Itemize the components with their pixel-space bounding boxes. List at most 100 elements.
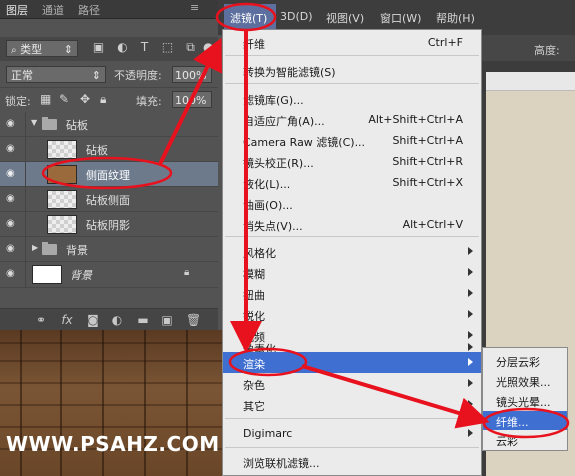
menu-item-label: 液化(L)... [243,178,291,191]
layer-name: 砧板阴影 [86,219,130,232]
layer-row[interactable]: ◉ 砧板侧面 [0,187,218,212]
menu-item-shortcut: Shift+Ctrl+R [392,155,463,168]
menu-item-filter-gallery[interactable]: 滤镜库(G)... [223,88,481,109]
render-submenu: 分层云彩 光照效果... 镜头光晕... 纤维... 云彩 [482,347,568,451]
fill-value: 100% [175,94,207,107]
tab-channels[interactable]: 通道 [42,2,64,18]
submenu-item-difference-clouds[interactable]: 分层云彩 [483,351,567,370]
layer-name: 背景 [66,244,88,257]
opacity-field[interactable]: 100% [172,66,212,83]
menu-item-lens-correction[interactable]: 镜头校正(R)... Shift+Ctrl+R [223,151,481,172]
tab-paths[interactable]: 路径 [78,2,100,18]
adjustment-filter-icon[interactable]: ◐ [116,41,129,54]
smart-object-filter-icon[interactable]: ⧉ [184,41,197,54]
mask-icon[interactable]: ◙ [86,313,100,327]
menu-item-render[interactable]: 渲染 [223,352,481,373]
blend-mode-dropdown[interactable]: 正常 ⇕ [6,66,106,83]
menu-separator [225,55,479,56]
height-label: 高度: [534,44,560,57]
menu-item-shortcut: Shift+Ctrl+A [392,134,463,147]
layer-row-background[interactable]: ◉ 背景 🔒︎ [0,262,218,288]
visibility-toggle[interactable]: ◉ [0,112,26,137]
adjustment-icon[interactable]: ◐ [110,313,124,327]
menu-item-pixelate[interactable]: 像素化 [223,331,481,356]
folder-icon[interactable]: ▬ [136,313,150,327]
menu-item-oil-paint[interactable]: 油画(O)... [223,193,481,214]
menu-item-last-filter[interactable]: 纤维 Ctrl+F [223,32,481,53]
visibility-toggle[interactable]: ◉ [0,137,26,162]
menu-item-blur[interactable]: 模糊 [223,262,481,283]
layer-row-group[interactable]: ◉ ▶ 背景 [0,237,218,262]
lock-brush-icon[interactable]: ✎ [59,92,69,106]
menu-item-adaptive-wide-angle[interactable]: 自适应广角(A)... Alt+Shift+Ctrl+A [223,109,481,130]
chevron-right-icon[interactable]: ▶ [32,243,38,252]
lock-transparent-icon[interactable]: ▦ [40,92,51,106]
new-layer-icon[interactable]: ▣ [160,313,174,327]
layer-row-selected[interactable]: ◉ 侧面纹理 [0,162,218,187]
folder-icon [42,242,57,255]
menu-item-browse-online-filters[interactable]: 浏览联机滤镜... [223,451,481,472]
menu-item-label: 渲染 [243,358,265,371]
eye-icon: ◉ [6,143,15,154]
layer-row[interactable]: ◉ 砧板 [0,137,218,162]
chevron-down-icon: ⇕ [91,69,101,82]
layer-row-group[interactable]: ◉ ▼ 砧板 [0,112,218,137]
menu-item-digimarc[interactable]: Digimarc [223,423,481,444]
submenu-arrow-icon [468,429,473,437]
menu-3d[interactable]: 3D(D) [280,10,313,23]
menu-item-stylize[interactable]: 风格化 [223,241,481,262]
layer-row[interactable]: ◉ 砧板阴影 [0,212,218,237]
menu-filter-label: 滤镜(T) [230,12,268,25]
trash-icon[interactable]: 🗑︎ [186,313,201,327]
link-icon[interactable]: ⚭ [34,313,48,327]
submenu-item-lighting-effects[interactable]: 光照效果... [483,371,567,390]
submenu-arrow-icon [468,268,473,276]
document-tab[interactable] [486,72,575,91]
menu-item-other[interactable]: 其它 [223,394,481,415]
menu-item-noise[interactable]: 杂色 [223,373,481,394]
lock-move-icon[interactable]: ✥ [80,92,90,106]
submenu-item-lens-flare[interactable]: 镜头光晕... [483,391,567,410]
menu-item-vanishing-point[interactable]: 消失点(V)... Alt+Ctrl+V [223,214,481,235]
menu-item-sharpen[interactable]: 锐化 [223,304,481,325]
submenu-item-fibers[interactable]: 纤维... [483,411,567,430]
panel-menu-icon[interactable]: ≡ [190,1,199,14]
type-filter-icon[interactable]: T [138,41,151,54]
menu-item-distort[interactable]: 扭曲 [223,283,481,304]
fx-icon[interactable]: fx [60,313,74,327]
lock-all-icon[interactable]: 🔒︎ [100,92,106,107]
menu-item-camera-raw[interactable]: Camera Raw 滤镜(C)... Shift+Ctrl+A [223,130,481,151]
menu-item-liquify[interactable]: 液化(L)... Shift+Ctrl+X [223,172,481,193]
lock-label: 锁定: [5,95,31,108]
menu-item-label: 浏览联机滤镜... [243,457,320,470]
filter-toggle-icon[interactable]: ● [203,41,213,54]
layer-kind-value: 类型 [20,43,43,56]
chevron-down-icon[interactable]: ▼ [31,118,37,127]
fill-field[interactable]: 100% [172,91,212,108]
menu-separator [225,418,479,419]
visibility-toggle[interactable]: ◉ [0,237,26,262]
eye-icon: ◉ [6,218,15,229]
tab-layers[interactable]: 图层 [6,2,28,18]
watermark-text: WWW.PSAHZ.COM [6,432,220,456]
menu-filter[interactable]: 滤镜(T) [224,4,276,29]
visibility-toggle[interactable]: ◉ [0,212,26,237]
menu-separator [225,236,479,237]
visibility-toggle[interactable]: ◉ [0,162,26,187]
chevron-down-icon: ⇕ [63,43,73,56]
menu-window[interactable]: 窗口(W) [380,10,421,26]
menu-view[interactable]: 视图(V) [326,10,364,26]
submenu-item-label: 云彩 [496,435,518,448]
image-filter-icon[interactable]: ▣ [92,41,105,54]
menu-help[interactable]: 帮助(H) [436,10,475,26]
visibility-toggle[interactable]: ◉ [0,187,26,212]
visibility-toggle[interactable]: ◉ [0,262,26,287]
menu-item-convert-smart-filter[interactable]: 转换为智能滤镜(S) [223,60,481,81]
eye-icon: ◉ [6,168,15,179]
menu-item-shortcut: Ctrl+F [427,36,463,49]
blend-mode-value: 正常 [11,69,33,82]
layer-kind-dropdown[interactable]: ⌕ 类型 ⇕ [6,40,78,57]
shape-filter-icon[interactable]: ⬚ [161,41,174,54]
submenu-item-clouds[interactable]: 云彩 [483,430,567,449]
layer-thumbnail [47,215,77,234]
